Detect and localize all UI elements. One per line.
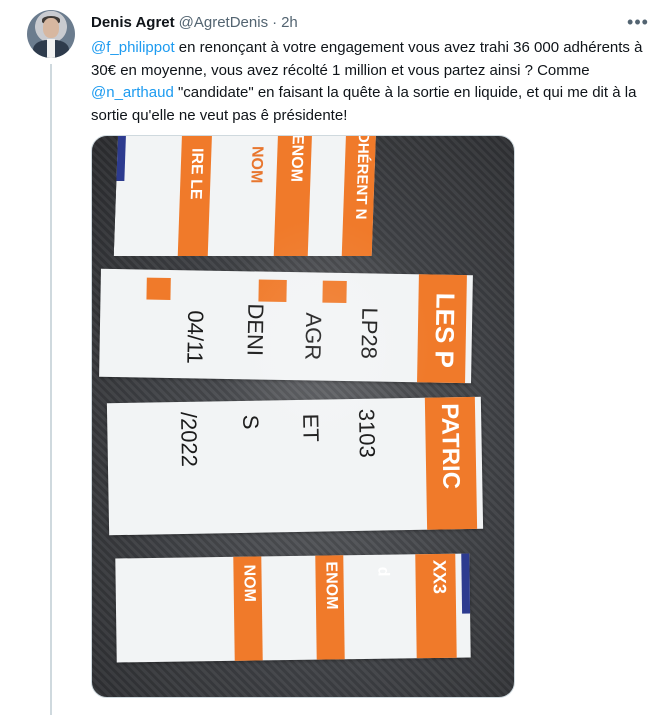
card-blue-edge [461,553,471,614]
card-text-fragment: d [374,566,392,577]
separator-dot: · [272,13,278,31]
timestamp[interactable]: 2h [281,14,298,31]
card-number-text: LP28 [356,307,383,360]
thread-line [50,64,52,715]
card-lastname-text: AGR [300,312,327,361]
card-orange-band [146,277,171,300]
tweet-text: @f_philippot en renonçant à votre engage… [91,37,651,127]
avatar-face [43,18,59,38]
more-options-icon[interactable]: ••• [624,8,652,36]
card-blue-edge [116,135,126,181]
card-orange-band [258,279,287,303]
tweet[interactable]: Denis Agret @AgretDenis · 2h ••• @f_phil… [0,0,672,715]
card-patric-text: PATRIC [435,403,465,490]
card-piece-top: IRE LE ENOM NOM DHÉRENT N [114,135,377,256]
card-firstname-text: DENI [242,303,269,357]
card-piece-lower: PATRIC /2022 S ET 3103 [106,396,484,536]
card-orange-band [322,280,347,304]
tweet-text-part: en renonçant à votre engagement vous ave… [91,39,643,79]
tweet-header: Denis Agret @AgretDenis · 2h [91,12,298,32]
card-date-text: /2022 [176,411,202,468]
author-name[interactable]: Denis Agret [91,14,175,31]
card-text-fragment: NOM [247,146,266,184]
card-lastname-text: ET [298,413,324,443]
card-header-text: LES P [429,292,461,369]
card-text-fragment: ENOM [322,561,341,610]
card-code-text: XX3 [429,559,450,595]
mention-link[interactable]: @f_philippot [91,39,175,56]
card-text-fragment: ENOM [287,135,306,182]
card-piece-middle: LES P 04/11 DENI AGR LP28 [99,268,473,384]
card-text-fragment: NOM [240,564,258,603]
card-date-text: 04/11 [182,310,209,365]
card-number-text: 3103 [354,408,380,458]
tweet-photo[interactable]: IRE LE ENOM NOM DHÉRENT N LES P 04/11 DE… [91,135,515,698]
more-options-label: ••• [627,11,649,32]
avatar[interactable] [27,10,75,58]
card-text-fragment: DHÉRENT N [352,135,373,220]
card-firstname-text: S [238,414,264,430]
card-text-fragment: IRE LE [186,148,206,200]
card-piece-bottom: NOM ENOM d XX3 [115,553,471,663]
author-handle[interactable]: @AgretDenis [179,14,268,31]
tweet-text-part: "candidate" en faisant la quête à la sor… [91,84,637,124]
mention-link[interactable]: @n_arthaud [91,84,174,101]
avatar-shirt [47,39,55,58]
